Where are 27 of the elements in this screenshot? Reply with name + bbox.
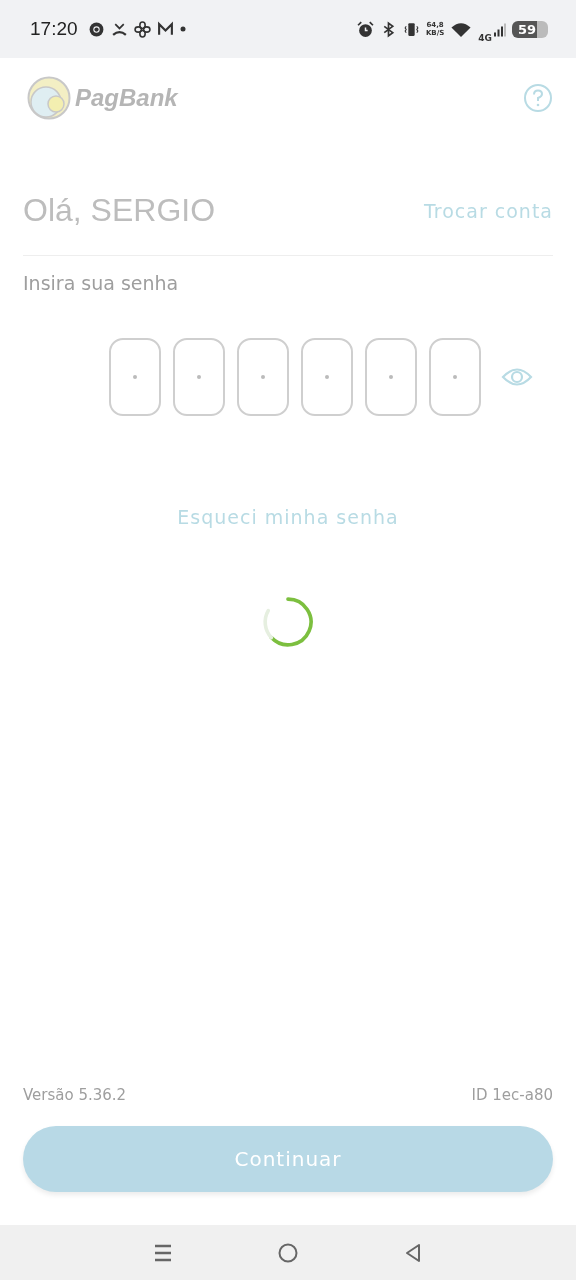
version-text: Versão 5.36.2 xyxy=(23,1086,127,1104)
home-icon[interactable] xyxy=(278,1242,298,1263)
help-icon[interactable] xyxy=(523,83,553,113)
eye-icon[interactable] xyxy=(501,366,533,388)
pin-digit-field[interactable] xyxy=(301,338,353,416)
fan-icon xyxy=(133,20,151,38)
vibrate-icon xyxy=(402,20,420,38)
wifi-icon xyxy=(450,20,473,38)
password-label: Insira sua senha xyxy=(23,272,180,294)
greeting: Olá, SERGIO xyxy=(23,192,216,229)
network-type: 4G xyxy=(478,32,492,43)
pin-digit-field[interactable] xyxy=(429,338,481,416)
pin-digit-field[interactable] xyxy=(173,338,225,416)
pin-digit-field[interactable] xyxy=(365,338,417,416)
notification-dot-icon xyxy=(179,26,186,32)
menu-icon[interactable] xyxy=(152,1242,173,1263)
forgot-password-link[interactable]: Esqueci minha senha xyxy=(177,506,399,528)
logo-text: PagBank xyxy=(75,84,178,112)
battery-level: 59 xyxy=(511,20,548,38)
logo-icon xyxy=(27,76,71,120)
mail-icon xyxy=(156,20,174,38)
pin-digit-field[interactable] xyxy=(109,338,161,416)
pin-digit-field[interactable] xyxy=(237,338,289,416)
alarm-icon xyxy=(356,20,374,38)
status-time: 17:20 xyxy=(30,18,78,40)
device-id-text: ID 1ec-a80 xyxy=(471,1086,553,1104)
switch-account-link[interactable]: Trocar conta xyxy=(424,199,553,222)
